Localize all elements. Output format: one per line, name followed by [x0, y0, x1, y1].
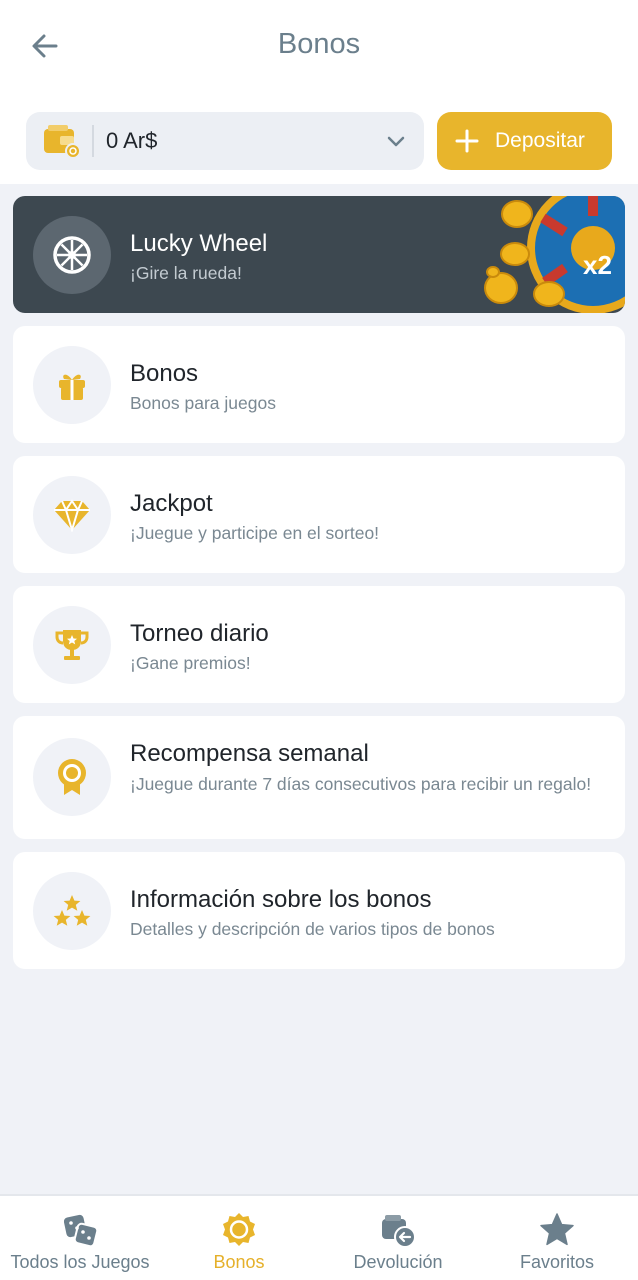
lucky-wheel-card[interactable]: Lucky Wheel ¡Gire la rueda! x2: [13, 196, 625, 313]
top-bar: Bonos 0 Ar$ Depositar: [0, 0, 638, 184]
nav-bonos[interactable]: Bonos: [159, 1196, 319, 1280]
card-title: Jackpot: [130, 490, 213, 517]
nav-label: Favoritos: [519, 1252, 595, 1272]
card-title: Torneo diario: [130, 620, 269, 647]
award-icon: [33, 738, 111, 816]
wallet-icon: [40, 119, 84, 163]
card-title: Información sobre los bonos: [130, 886, 432, 913]
dice-icon: [63, 1214, 98, 1248]
bonus-info-card[interactable]: Información sobre los bonos Detalles y d…: [13, 852, 625, 969]
nav-label: Todos los Juegos: [10, 1252, 150, 1272]
card-subtitle: ¡Juegue y participe en el sorteo!: [130, 523, 380, 543]
bottom-nav: Todos los Juegos Bonos Devolución Favori…: [0, 1194, 638, 1280]
card-title: Lucky Wheel: [130, 230, 268, 257]
svg-text:x2: x2: [583, 250, 612, 280]
balance-selector[interactable]: 0 Ar$: [26, 112, 424, 170]
gift-icon: [33, 346, 111, 424]
nav-label: Devolución: [353, 1252, 443, 1272]
card-title: Bonos: [130, 360, 199, 387]
diamond-icon: [33, 476, 111, 554]
trophy-icon: [33, 606, 111, 684]
bonos-card[interactable]: Bonos Bonos para juegos: [13, 326, 625, 443]
page-title: Bonos: [277, 28, 361, 60]
nav-cashback[interactable]: Devolución: [318, 1196, 478, 1280]
card-subtitle: ¡Juegue durante 7 días consecutivos para…: [130, 774, 592, 794]
card-title: Recompensa semanal: [130, 740, 369, 767]
card-subtitle: ¡Gire la rueda!: [130, 263, 242, 283]
bonus-badge-icon: [223, 1213, 255, 1246]
card-subtitle: ¡Gane premios!: [130, 653, 251, 673]
separator: [92, 125, 94, 157]
nav-all-games[interactable]: Todos los Juegos: [0, 1196, 160, 1280]
card-subtitle: Detalles y descripción de varios tipos d…: [130, 919, 495, 939]
deposit-label: Depositar: [495, 129, 585, 152]
cashback-icon: [382, 1215, 416, 1248]
plus-icon: [455, 129, 479, 153]
jackpot-card[interactable]: Jackpot ¡Juegue y participe en el sorteo…: [13, 456, 625, 573]
deposit-button[interactable]: Depositar: [437, 112, 612, 170]
daily-tournament-card[interactable]: Torneo diario ¡Gane premios!: [13, 586, 625, 703]
nav-favorites[interactable]: Favoritos: [477, 1196, 637, 1280]
card-subtitle: Bonos para juegos: [130, 393, 276, 413]
weekly-reward-card[interactable]: Recompensa semanal ¡Juegue durante 7 día…: [13, 716, 625, 839]
roulette-wheel-illustration: x2: [484, 196, 625, 313]
wheel-icon: [33, 216, 111, 294]
chevron-down-icon: [384, 129, 408, 153]
star-icon: [540, 1213, 574, 1246]
balance-value: 0 Ar$: [106, 128, 158, 153]
stars-icon: [33, 872, 111, 950]
nav-label: Bonos: [213, 1252, 265, 1272]
